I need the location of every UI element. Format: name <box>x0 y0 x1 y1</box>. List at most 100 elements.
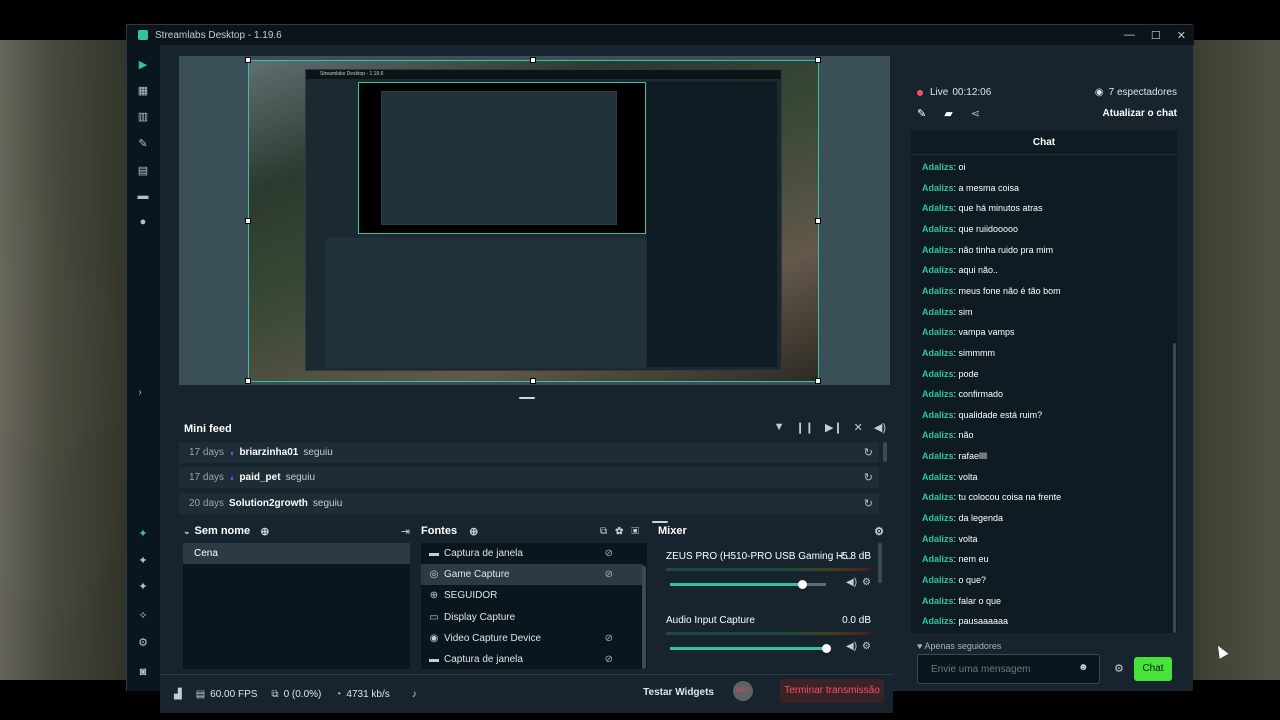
speaker-icon[interactable]: ◀) <box>846 641 857 652</box>
settings-icon[interactable]: ⚙ <box>136 635 150 649</box>
add-scene-icon[interactable]: ⊕ <box>260 525 269 538</box>
mute-icon[interactable]: ✕ <box>854 421 863 434</box>
emoji-icon[interactable]: ☻ <box>1078 662 1089 673</box>
chat-username[interactable]: Adalizs <box>922 534 954 544</box>
viewer-count[interactable]: ◉ 7 espectadores <box>1095 87 1177 98</box>
studio-icon[interactable]: ▬ <box>136 189 150 203</box>
minimize-button[interactable]: — <box>1124 29 1135 41</box>
bar-chart-icon[interactable]: ▟ <box>174 689 182 700</box>
close-button[interactable]: ✕ <box>1177 29 1186 42</box>
chat-username[interactable]: Adalizs <box>922 596 954 606</box>
chat-settings-icon[interactable]: ⚙ <box>1114 662 1124 675</box>
replay-icon[interactable]: ↻ <box>864 446 873 459</box>
chat-username[interactable]: Adalizs <box>922 554 954 564</box>
stream-settings-icon[interactable]: ✦ <box>136 526 150 540</box>
volume-icon[interactable]: ◀) <box>874 421 886 434</box>
transition-icon[interactable]: ⇥ <box>401 525 410 538</box>
record-button[interactable]: REC <box>733 681 753 701</box>
editor-icon[interactable]: ▶ <box>136 57 150 71</box>
alertbox-icon[interactable]: ✎ <box>136 136 150 150</box>
themes-icon[interactable]: ▦ <box>136 83 150 97</box>
eye-off-icon[interactable]: ⊘ <box>605 548 613 559</box>
notifications-item[interactable]: ♪ <box>404 689 417 700</box>
chat-username[interactable]: Adalizs <box>922 513 954 523</box>
title-bar[interactable]: Streamlabs Desktop - 1.19.6 — ☐ ✕ <box>127 25 1194 45</box>
maximize-button[interactable]: ☐ <box>1151 29 1161 42</box>
play-icon[interactable]: ● <box>136 215 150 229</box>
send-chat-button[interactable]: Chat <box>1134 657 1172 681</box>
filter-icon[interactable]: ▼ <box>774 421 785 434</box>
share-icon[interactable]: ⋖ <box>971 107 980 120</box>
add-source-icon[interactable]: ⊕ <box>469 525 478 538</box>
chat-username[interactable]: Adalizs <box>922 286 954 296</box>
store-icon[interactable]: ▤ <box>136 163 150 177</box>
speaker-icon[interactable]: ◀) <box>846 577 857 588</box>
collapse-dock-icon[interactable]: › <box>133 385 147 399</box>
source-item[interactable]: ◉ Video Capture Device ⊘ <box>421 628 643 649</box>
chat-username[interactable]: Adalizs <box>922 348 954 358</box>
pause-icon[interactable]: ❙❙ <box>796 421 814 434</box>
chat-username[interactable]: Adalizs <box>922 451 954 461</box>
profile-icon[interactable]: ◙ <box>136 665 150 679</box>
chat-username[interactable]: Adalizs <box>922 162 954 172</box>
chat-username[interactable]: Adalizs <box>922 389 954 399</box>
chat-username[interactable]: Adalizs <box>922 430 954 440</box>
channel-gear-icon[interactable]: ⚙ <box>862 577 871 588</box>
volume-slider[interactable] <box>670 580 826 589</box>
source-item[interactable]: ▭ Display Capture <box>421 607 643 628</box>
sources-scrollbar[interactable] <box>642 566 646 669</box>
chat-username[interactable]: Adalizs <box>922 410 954 420</box>
resize-handle[interactable] <box>815 57 821 63</box>
resize-handle[interactable] <box>815 378 821 384</box>
chat-username[interactable]: Adalizs <box>922 265 954 275</box>
volume-knob[interactable] <box>822 644 831 653</box>
eye-off-icon[interactable]: ⊘ <box>605 569 613 580</box>
chat-username[interactable]: Adalizs <box>922 369 954 379</box>
source-tools-icons[interactable]: ⧉✿▣ <box>600 526 647 537</box>
test-widgets-button[interactable]: Testar Widgets <box>643 687 714 698</box>
chat-username[interactable]: Adalizs <box>922 472 954 482</box>
clip-icon[interactable]: ▰ <box>944 107 952 120</box>
resize-handle[interactable] <box>245 218 251 224</box>
chat-username[interactable]: Adalizs <box>922 183 954 193</box>
layout-icon[interactable]: ▥ <box>136 109 150 123</box>
replay-icon[interactable]: ↻ <box>864 497 873 510</box>
feed-scrollbar[interactable] <box>883 442 887 462</box>
highlighter-icon[interactable]: ✧ <box>136 608 150 622</box>
source-item[interactable]: ▬ Captura de janela ⊘ <box>421 649 643 670</box>
resize-handle[interactable] <box>245 378 251 384</box>
chat-username[interactable]: Adalizs <box>922 492 954 502</box>
chat-username[interactable]: Adalizs <box>922 224 954 234</box>
end-stream-button[interactable]: Terminar transmissão <box>780 679 884 703</box>
recording-icon[interactable]: ✦ <box>136 579 150 593</box>
replay-icon[interactable]: ↻ <box>864 471 873 484</box>
mixer-gear-icon[interactable]: ⚙ <box>874 525 884 538</box>
chat-username[interactable]: Adalizs <box>922 575 954 585</box>
chat-username[interactable]: Adalizs <box>922 203 954 213</box>
scene-collection-title[interactable]: Sem nome <box>195 525 251 537</box>
resize-handle[interactable] <box>245 57 251 63</box>
source-item[interactable]: ▬ Captura de janela ⊘ <box>421 543 643 564</box>
chevron-down-icon[interactable]: ⌄ <box>183 526 191 537</box>
resize-handle[interactable] <box>530 57 536 63</box>
stream-preview[interactable]: Streamlabs Desktop - 1.19.6 <box>248 60 819 382</box>
volume-slider[interactable] <box>670 644 831 653</box>
multistream-icon[interactable]: ✦ <box>136 553 150 567</box>
volume-knob[interactable] <box>798 580 807 589</box>
chat-username[interactable]: Adalizs <box>922 327 954 337</box>
bell-icon[interactable]: ♪ <box>412 689 417 700</box>
source-item[interactable]: ⊕ SEGUIDOR <box>421 585 643 606</box>
resize-handle[interactable] <box>815 218 821 224</box>
eye-off-icon[interactable]: ⊘ <box>605 654 613 665</box>
drag-handle[interactable] <box>519 397 535 399</box>
skip-icon[interactable]: ▶❙ <box>825 421 843 434</box>
mixer-scrollbar[interactable] <box>878 543 882 583</box>
source-item[interactable]: ◎ Game Capture ⊘ <box>421 564 643 585</box>
edit-icon[interactable]: ✎ <box>917 107 926 120</box>
chat-username[interactable]: Adalizs <box>922 307 954 317</box>
chat-scrollbar[interactable] <box>1173 343 1176 633</box>
chat-username[interactable]: Adalizs <box>922 245 954 255</box>
chat-message-input[interactable] <box>917 654 1100 684</box>
scene-item[interactable]: Cena <box>183 543 410 564</box>
resize-handle[interactable] <box>530 378 536 384</box>
